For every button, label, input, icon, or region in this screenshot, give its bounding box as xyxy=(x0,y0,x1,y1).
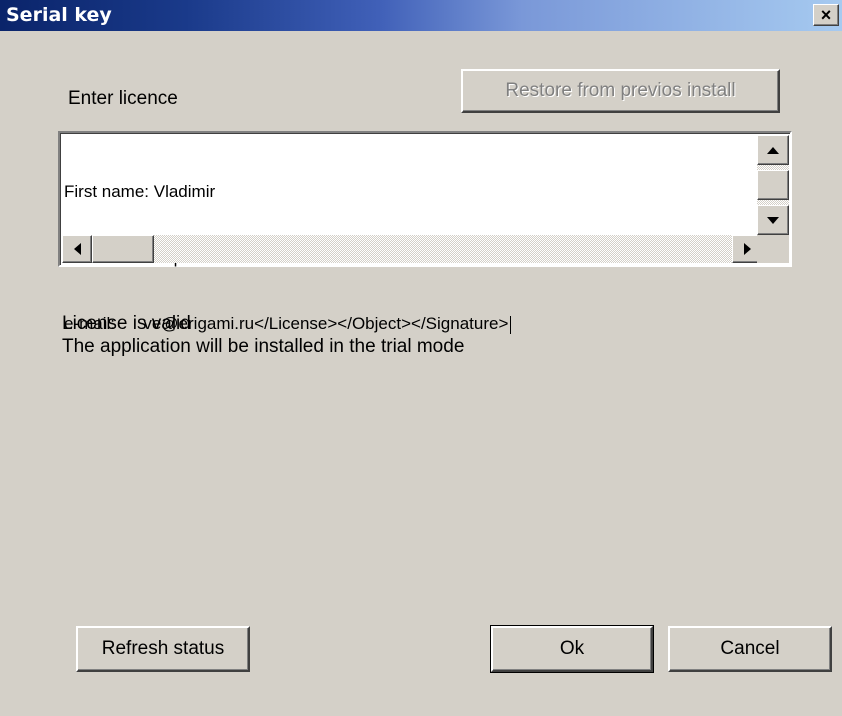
scroll-down-button[interactable] xyxy=(757,205,789,235)
vertical-scrollbar[interactable] xyxy=(757,135,789,235)
refresh-status-button[interactable]: Refresh status xyxy=(76,626,250,672)
text-cursor xyxy=(510,315,512,334)
arrow-down-icon xyxy=(767,216,779,224)
restore-button[interactable]: Restore from previos install xyxy=(461,69,780,113)
window-title: Serial key xyxy=(6,4,112,26)
scroll-up-button[interactable] xyxy=(757,135,789,165)
cancel-button[interactable]: Cancel xyxy=(668,626,832,672)
title-bar[interactable]: Serial key × xyxy=(0,0,842,31)
status-line-2: The application will be installed in the… xyxy=(62,336,465,357)
scrollbar-corner xyxy=(757,235,789,263)
close-button[interactable]: × xyxy=(813,4,839,26)
status-line-1: License is valid xyxy=(62,313,191,334)
horizontal-scrollbar[interactable] xyxy=(62,235,762,263)
close-icon: × xyxy=(820,5,832,25)
license-textarea[interactable]: First name: Vladimir Last name: Popov e-… xyxy=(58,131,792,334)
license-line-first-name: First name: Vladimir xyxy=(64,182,216,201)
ok-button[interactable]: Ok xyxy=(490,625,654,673)
enter-licence-label: Enter licence xyxy=(68,88,178,109)
arrow-right-icon xyxy=(743,243,751,255)
arrow-up-icon xyxy=(767,146,779,154)
scroll-left-button[interactable] xyxy=(62,235,92,263)
vertical-scroll-thumb[interactable] xyxy=(757,170,789,200)
arrow-left-icon xyxy=(73,243,81,255)
horizontal-scroll-thumb[interactable] xyxy=(92,235,154,263)
